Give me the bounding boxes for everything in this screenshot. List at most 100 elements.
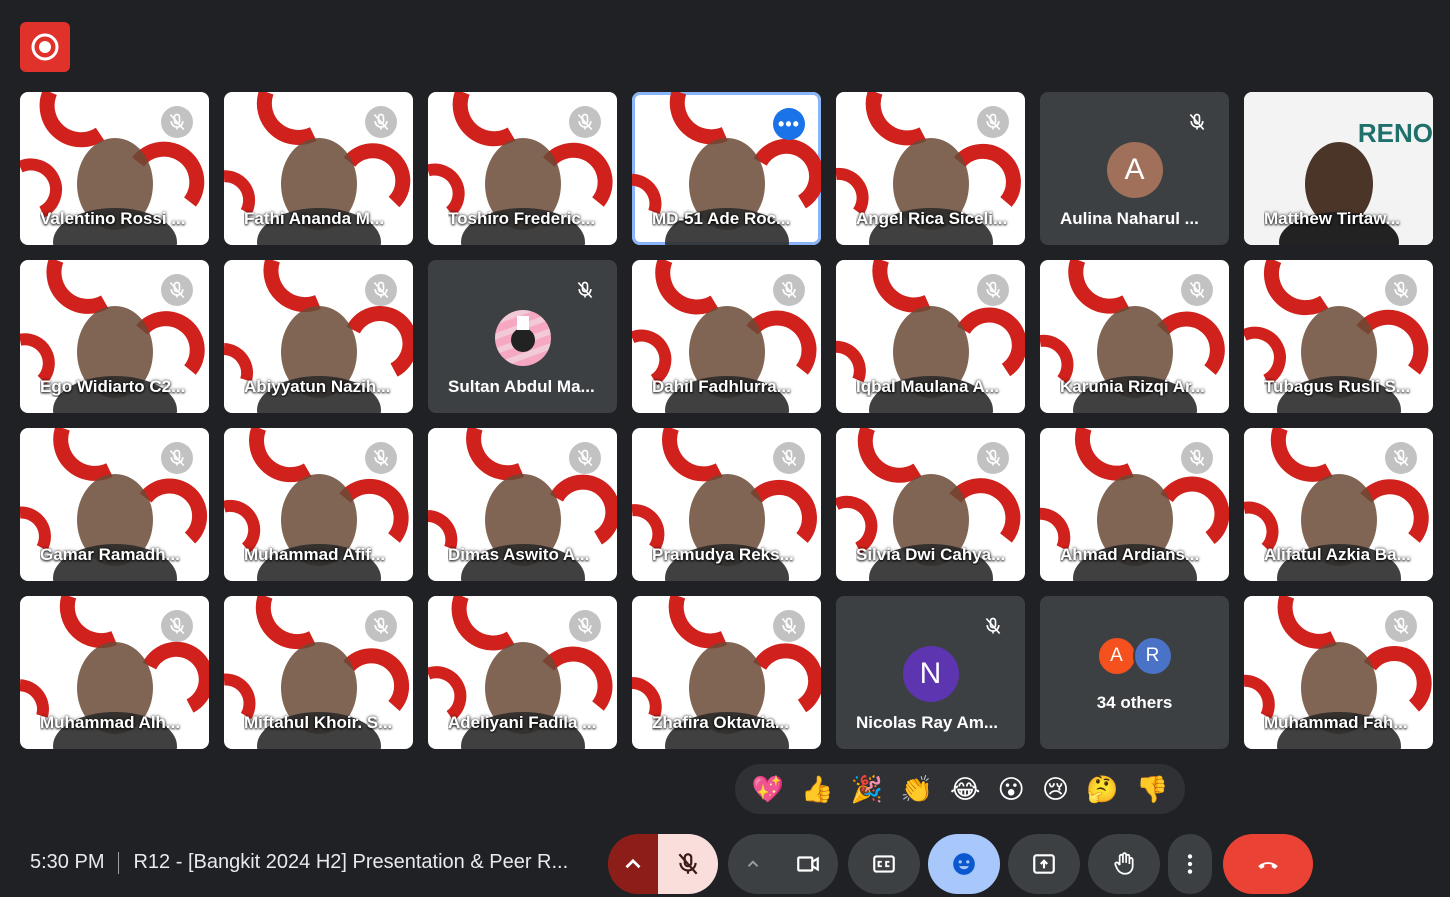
participant-name: Gamar Ramadh... [40, 545, 180, 564]
participant-tile[interactable]: Miftahul Khoir. S... [224, 596, 413, 749]
avatar: N [902, 646, 959, 702]
participant-name: Iqbal Maulana A... [856, 377, 999, 396]
participant-name: Muhammad Afif... [244, 545, 386, 564]
more-options-icon[interactable]: ••• [773, 108, 805, 140]
participant-tile[interactable]: Abiyyatun Nazih... [224, 260, 413, 413]
reaction-emoji[interactable]: 😮 [998, 776, 1025, 802]
send-reaction-button[interactable] [928, 834, 1000, 894]
participant-tile[interactable]: Muhammad Fah... [1244, 596, 1433, 749]
participant-name: Muhammad Alh... [40, 713, 181, 732]
participant-name: Matthew Tirtaw... [1264, 209, 1401, 228]
participant-tile[interactable]: Muhammad Alh... [20, 596, 209, 749]
participant-tile[interactable]: Ego Widiarto C2... [20, 260, 209, 413]
muted-indicator [569, 106, 601, 138]
reaction-emoji[interactable]: 😢 [1042, 776, 1069, 802]
muted-indicator [773, 274, 805, 306]
participant-tile[interactable]: Muhammad Afif... [224, 428, 413, 581]
participant-tile[interactable]: Dimas Aswito A... [428, 428, 617, 581]
reaction-emoji[interactable]: 👎 [1136, 776, 1168, 802]
participant-name: Pramudya Reks... [652, 545, 794, 564]
reaction-emoji[interactable]: 💖 [752, 776, 784, 802]
avatar [494, 310, 551, 366]
participant-tile[interactable]: RENO Matthew Tirtaw... [1244, 92, 1433, 245]
chevron-up-icon [747, 860, 759, 867]
muted-indicator [365, 274, 397, 306]
participant-tile[interactable]: Dahil Fadhlurra... [632, 260, 821, 413]
participant-tile[interactable]: Silvia Dwi Cahya... [836, 428, 1025, 581]
raise-hand-button[interactable] [1088, 834, 1160, 894]
participant-name: Silvia Dwi Cahya... [856, 545, 1006, 564]
reaction-emoji[interactable]: 🤔 [1086, 776, 1118, 802]
participant-tile[interactable]: Zhafira Oktavia... [632, 596, 821, 749]
mic-off-icon [373, 281, 389, 299]
video-options-button[interactable] [728, 855, 778, 873]
camera-toggle-button[interactable] [778, 851, 838, 877]
mic-off-icon [985, 617, 1001, 635]
mic-off-icon [1189, 281, 1205, 299]
mic-off-icon [1393, 617, 1409, 635]
mic-off-icon [781, 281, 797, 299]
participant-tile[interactable]: Adeliyani Fadila ... [428, 596, 617, 749]
others-tile[interactable]: A R 34 others [1040, 596, 1229, 749]
reaction-emoji[interactable]: 👏 [900, 776, 932, 802]
recording-button[interactable] [20, 22, 70, 72]
participant-tile[interactable]: A Aulina Naharul ... [1040, 92, 1229, 245]
participant-name: Dahil Fadhlurra... [652, 377, 791, 396]
participant-tile[interactable]: Fathi Ananda M... [224, 92, 413, 245]
participant-tile[interactable]: Pramudya Reks... [632, 428, 821, 581]
avatar: A [1106, 142, 1163, 198]
participant-tile[interactable]: Karunia Rizqi Ar... [1040, 260, 1229, 413]
participant-name: Toshiro Frederic... [448, 209, 596, 228]
mic-off-icon [1393, 281, 1409, 299]
reaction-emoji[interactable]: 😂 [950, 776, 980, 802]
participant-tile[interactable]: Angel Rica Siceli... [836, 92, 1025, 245]
participant-tile[interactable]: Gamar Ramadh... [20, 428, 209, 581]
more-options-button[interactable] [1168, 834, 1212, 894]
mini-avatar: R [1132, 636, 1173, 676]
muted-indicator [1181, 274, 1213, 306]
muted-indicator [569, 274, 601, 306]
participant-name: Karunia Rizqi Ar... [1060, 377, 1205, 396]
chevron-up-icon [625, 858, 641, 869]
participant-tile[interactable]: N Nicolas Ray Am... [836, 596, 1025, 749]
clock-time: 5:30 PM [30, 851, 105, 873]
muted-indicator [365, 106, 397, 138]
participant-tile[interactable]: Ahmad Ardians... [1040, 428, 1229, 581]
participant-tile[interactable]: Valentino Rossi ... [20, 92, 209, 245]
mic-off-icon [373, 449, 389, 467]
captions-button[interactable] [848, 834, 920, 894]
muted-indicator [977, 442, 1009, 474]
mic-toggle-button[interactable] [658, 834, 718, 894]
muted-indicator [773, 442, 805, 474]
emoji-icon [953, 853, 975, 875]
mic-off-icon [577, 281, 593, 299]
participant-tile[interactable]: Alifatul Azkia Ba... [1244, 428, 1433, 581]
audio-options-button[interactable] [608, 834, 658, 894]
participant-tile[interactable]: Toshiro Frederic... [428, 92, 617, 245]
muted-indicator [161, 610, 193, 642]
muted-indicator [1385, 442, 1417, 474]
reaction-emoji[interactable]: 🎉 [851, 776, 883, 802]
participant-tile[interactable]: Tubagus Rusli S... [1244, 260, 1433, 413]
mic-off-icon [169, 617, 185, 635]
muted-indicator [773, 610, 805, 642]
reaction-emoji[interactable]: 👍 [801, 776, 833, 802]
participant-name: Ahmad Ardians... [1060, 545, 1200, 564]
camera-icon [797, 856, 819, 872]
participant-name: Dimas Aswito A... [448, 545, 590, 564]
participant-grid: Valentino Rossi ... Fathi Ananda M... Tosh… [20, 92, 1433, 749]
microphone-control [608, 834, 718, 894]
mic-off-icon [577, 449, 593, 467]
muted-indicator [1181, 442, 1213, 474]
meeting-info: 5:30 PM R12 - [Bangkit 2024 H2] Presentat… [30, 851, 568, 874]
present-screen-button[interactable] [1008, 834, 1080, 894]
mic-off-icon [169, 449, 185, 467]
participant-name: Valentino Rossi ... [40, 209, 186, 228]
participant-tile[interactable]: Iqbal Maulana A... [836, 260, 1025, 413]
participant-tile[interactable]: Sultan Abdul Ma... [428, 260, 617, 413]
participant-tile[interactable]: ••• MD-51 Ade Roc... [632, 92, 821, 245]
more-vertical-icon [1187, 854, 1193, 874]
participant-name: Zhafira Oktavia... [652, 713, 789, 732]
leave-call-button[interactable] [1223, 834, 1313, 894]
muted-indicator [1385, 610, 1417, 642]
